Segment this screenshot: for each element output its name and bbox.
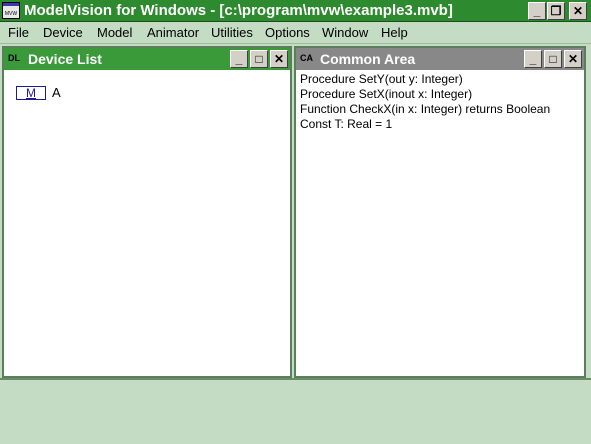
device-list-minimize-button[interactable]: _	[230, 50, 248, 68]
common-area-title-bar[interactable]: CA Common Area _ □ ✕	[296, 48, 584, 70]
device-list-icon[interactable]: DL	[8, 52, 20, 64]
restore-button[interactable]: ❐	[547, 2, 565, 20]
menu-bar: File Device Model Animator Utilities Opt…	[0, 22, 591, 44]
menu-model[interactable]: Model	[97, 25, 132, 41]
menu-help[interactable]: Help	[381, 25, 408, 41]
mdi-client-empty-area	[0, 378, 591, 444]
app-title-bar: MVW ModelVision for Windows - [c:\progra…	[0, 0, 591, 22]
menu-device[interactable]: Device	[43, 25, 83, 41]
device-list-maximize-button[interactable]: □	[250, 50, 268, 68]
minimize-button[interactable]: _	[528, 2, 546, 20]
menu-file[interactable]: File	[8, 25, 29, 41]
code-line[interactable]: Const T: Real = 1	[300, 117, 392, 132]
menu-utilities[interactable]: Utilities	[211, 25, 253, 41]
common-area-window[interactable]: CA Common Area _ □ ✕ Procedure SetY(out …	[294, 46, 586, 378]
app-icon[interactable]: MVW	[2, 2, 20, 19]
device-list-window[interactable]: DL Device List _ □ ✕ M A	[2, 46, 292, 378]
code-line[interactable]: Procedure SetX(inout x: Integer)	[300, 87, 472, 102]
menu-animator[interactable]: Animator	[147, 25, 199, 41]
menu-options[interactable]: Options	[265, 25, 310, 41]
device-box[interactable]: M	[16, 86, 46, 100]
code-line[interactable]: Procedure SetY(out y: Integer)	[300, 72, 463, 87]
common-area-close-button[interactable]: ✕	[564, 50, 582, 68]
common-area-maximize-button[interactable]: □	[544, 50, 562, 68]
menu-window[interactable]: Window	[322, 25, 368, 41]
common-area-title: Common Area	[320, 51, 416, 67]
common-area-icon[interactable]: CA	[300, 52, 313, 64]
device-list-title: Device List	[28, 51, 102, 67]
device-list-close-button[interactable]: ✕	[270, 50, 288, 68]
device-list-title-bar[interactable]: DL Device List _ □ ✕	[4, 48, 290, 70]
app-title: ModelVision for Windows - [c:\program\mv…	[24, 2, 453, 19]
device-label: A	[52, 85, 61, 100]
code-line[interactable]: Function CheckX(in x: Integer) returns B…	[300, 102, 550, 117]
close-button[interactable]: ✕	[569, 2, 587, 20]
common-area-minimize-button[interactable]: _	[524, 50, 542, 68]
